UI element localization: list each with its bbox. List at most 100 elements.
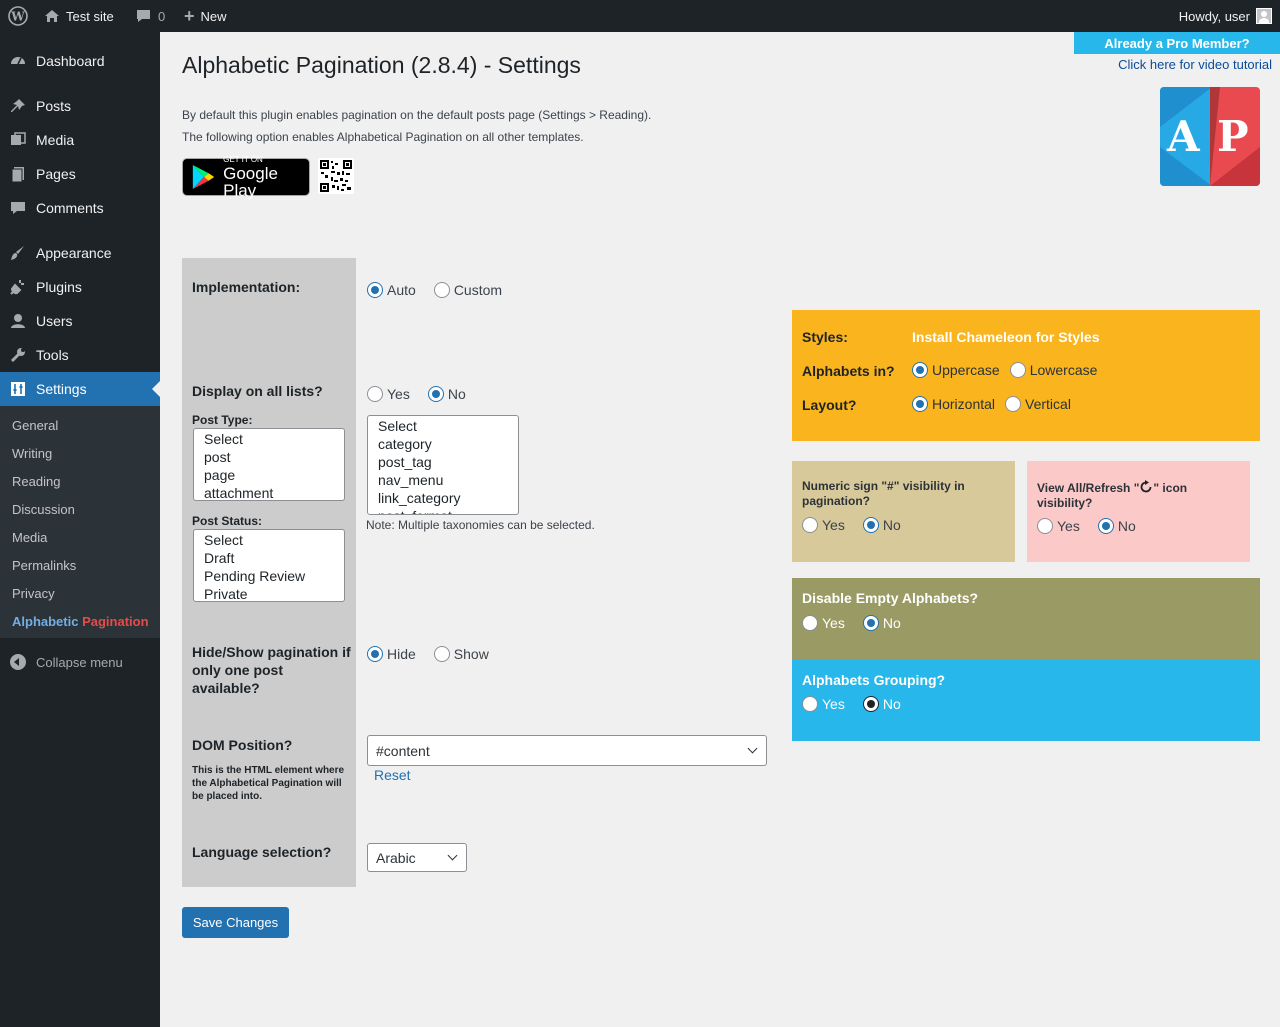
hide-radio[interactable]: Hide — [367, 646, 416, 662]
radio-button[interactable] — [427, 386, 444, 402]
numeric-yes-radio[interactable]: Yes — [802, 517, 845, 533]
radio-button[interactable] — [367, 282, 383, 298]
radio-label: No — [447, 386, 466, 402]
submenu-privacy[interactable]: Privacy — [12, 584, 55, 604]
collapse-menu-button[interactable]: Collapse menu — [0, 650, 123, 674]
submenu-writing[interactable]: Writing — [12, 444, 52, 464]
disable-yes-radio[interactable]: Yes — [802, 615, 845, 631]
user-icon — [0, 312, 36, 330]
radio-label: Uppercase — [932, 362, 1000, 378]
language-select[interactable]: Arabic — [367, 843, 467, 872]
list-item[interactable]: post — [194, 448, 344, 466]
radio-button[interactable] — [1097, 518, 1114, 534]
radio-button[interactable] — [1009, 362, 1026, 378]
post-type-listbox[interactable]: Select post page attachment — [193, 428, 345, 501]
list-item[interactable]: Select — [194, 531, 344, 549]
sidebar-item-tools[interactable]: Tools — [0, 338, 160, 372]
submenu-general[interactable]: General — [12, 416, 58, 436]
radio-button[interactable] — [862, 615, 879, 631]
list-item[interactable]: nav_menu — [368, 471, 518, 489]
install-chameleon-link[interactable]: Install Chameleon for Styles — [912, 329, 1100, 345]
sidebar-item-pages[interactable]: Pages — [0, 157, 160, 191]
radio-button[interactable] — [1037, 518, 1053, 534]
grouping-no-radio[interactable]: No — [862, 696, 901, 712]
radio-button[interactable] — [367, 386, 383, 402]
sidebar-item-appearance[interactable]: Appearance — [0, 236, 160, 270]
display-all-yes-radio[interactable]: Yes — [367, 386, 410, 402]
submenu-ap-part2: Pagination — [82, 614, 149, 629]
site-name-link[interactable]: Test site — [44, 0, 114, 32]
submenu-permalinks[interactable]: Permalinks — [12, 556, 76, 576]
grouping-yes-radio[interactable]: Yes — [802, 696, 845, 712]
radio-button[interactable] — [862, 517, 879, 533]
radio-label: Yes — [822, 696, 845, 712]
sidebar-item-users[interactable]: Users — [0, 304, 160, 338]
sidebar-label: Appearance — [36, 245, 112, 261]
uppercase-radio[interactable]: Uppercase — [912, 362, 1000, 378]
taxonomies-listbox[interactable]: Select category post_tag nav_menu link_c… — [367, 415, 519, 515]
list-item[interactable]: link_category — [368, 489, 518, 507]
layout-options: Horizontal Vertical — [912, 396, 1071, 412]
radio-button[interactable] — [802, 615, 818, 631]
styles-label: Styles: — [802, 329, 848, 345]
submenu-media[interactable]: Media — [12, 528, 47, 548]
list-item[interactable]: post_format — [368, 507, 518, 514]
post-status-listbox[interactable]: Select Draft Pending Review Private — [193, 529, 345, 602]
display-all-no-radio[interactable]: No — [427, 386, 466, 402]
list-item[interactable]: Pending Review — [194, 567, 344, 585]
numeric-no-radio[interactable]: No — [862, 517, 901, 533]
video-tutorial-link[interactable]: Click here for video tutorial — [1118, 57, 1272, 72]
comments-link[interactable]: 0 — [135, 0, 165, 32]
radio-button[interactable] — [367, 646, 383, 662]
list-item[interactable]: post_tag — [368, 453, 518, 471]
dom-position-reset-link[interactable]: Reset — [374, 767, 411, 783]
radio-button[interactable] — [912, 362, 928, 378]
save-changes-button[interactable]: Save Changes — [182, 907, 289, 938]
submenu-alphabetic-pagination[interactable]: Alphabetic Pagination — [12, 612, 149, 632]
sidebar-label: Tools — [36, 347, 69, 363]
radio-button[interactable] — [433, 646, 450, 662]
list-item[interactable]: category — [368, 435, 518, 453]
radio-button[interactable] — [802, 696, 818, 712]
radio-button[interactable] — [862, 696, 879, 712]
view-all-no-radio[interactable]: No — [1097, 518, 1136, 534]
show-radio[interactable]: Show — [433, 646, 489, 662]
radio-label: Horizontal — [932, 396, 996, 412]
my-account-link[interactable]: Howdy, user — [1179, 0, 1272, 32]
radio-button[interactable] — [912, 396, 928, 412]
lowercase-radio[interactable]: Lowercase — [1009, 362, 1097, 378]
view-all-options: Yes No — [1037, 518, 1136, 534]
intro-text-1: By default this plugin enables paginatio… — [182, 108, 652, 122]
vertical-radio[interactable]: Vertical — [1005, 396, 1071, 412]
sidebar-item-posts[interactable]: Posts — [0, 89, 160, 123]
list-item[interactable]: attachment — [194, 484, 344, 500]
sidebar-item-settings[interactable]: Settings — [0, 372, 160, 406]
horizontal-radio[interactable]: Horizontal — [912, 396, 995, 412]
disable-no-radio[interactable]: No — [862, 615, 901, 631]
list-item[interactable]: Select — [194, 430, 344, 448]
radio-button[interactable] — [433, 282, 450, 298]
radio-button[interactable] — [1005, 396, 1022, 412]
new-content-link[interactable]: + New — [184, 0, 227, 32]
radio-button[interactable] — [802, 517, 818, 533]
settings-submenu: General Writing Reading Discussion Media… — [0, 406, 160, 638]
wordpress-logo-icon[interactable]: W — [8, 0, 28, 32]
sidebar-item-dashboard[interactable]: Dashboard — [0, 44, 160, 78]
list-item[interactable]: page — [194, 466, 344, 484]
view-all-yes-radio[interactable]: Yes — [1037, 518, 1080, 534]
list-item[interactable]: Private — [194, 585, 344, 601]
sidebar-item-comments[interactable]: Comments — [0, 191, 160, 225]
main-content: Alphabetic Pagination (2.8.4) - Settings… — [160, 32, 1280, 1027]
submenu-discussion[interactable]: Discussion — [12, 500, 75, 520]
google-play-badge[interactable]: GET IT ON Google Play — [182, 155, 310, 199]
implementation-custom-radio[interactable]: Custom — [433, 282, 502, 298]
dom-position-select[interactable]: #content — [367, 735, 767, 766]
sidebar-item-plugins[interactable]: Plugins — [0, 270, 160, 304]
implementation-auto-radio[interactable]: Auto — [367, 282, 416, 298]
pro-member-button[interactable]: Already a Pro Member? — [1074, 32, 1280, 54]
numeric-sign-label: Numeric sign "#" visibility in paginatio… — [802, 479, 965, 508]
list-item[interactable]: Draft — [194, 549, 344, 567]
list-item[interactable]: Select — [368, 417, 518, 435]
submenu-reading[interactable]: Reading — [12, 472, 60, 492]
sidebar-item-media[interactable]: Media — [0, 123, 160, 157]
